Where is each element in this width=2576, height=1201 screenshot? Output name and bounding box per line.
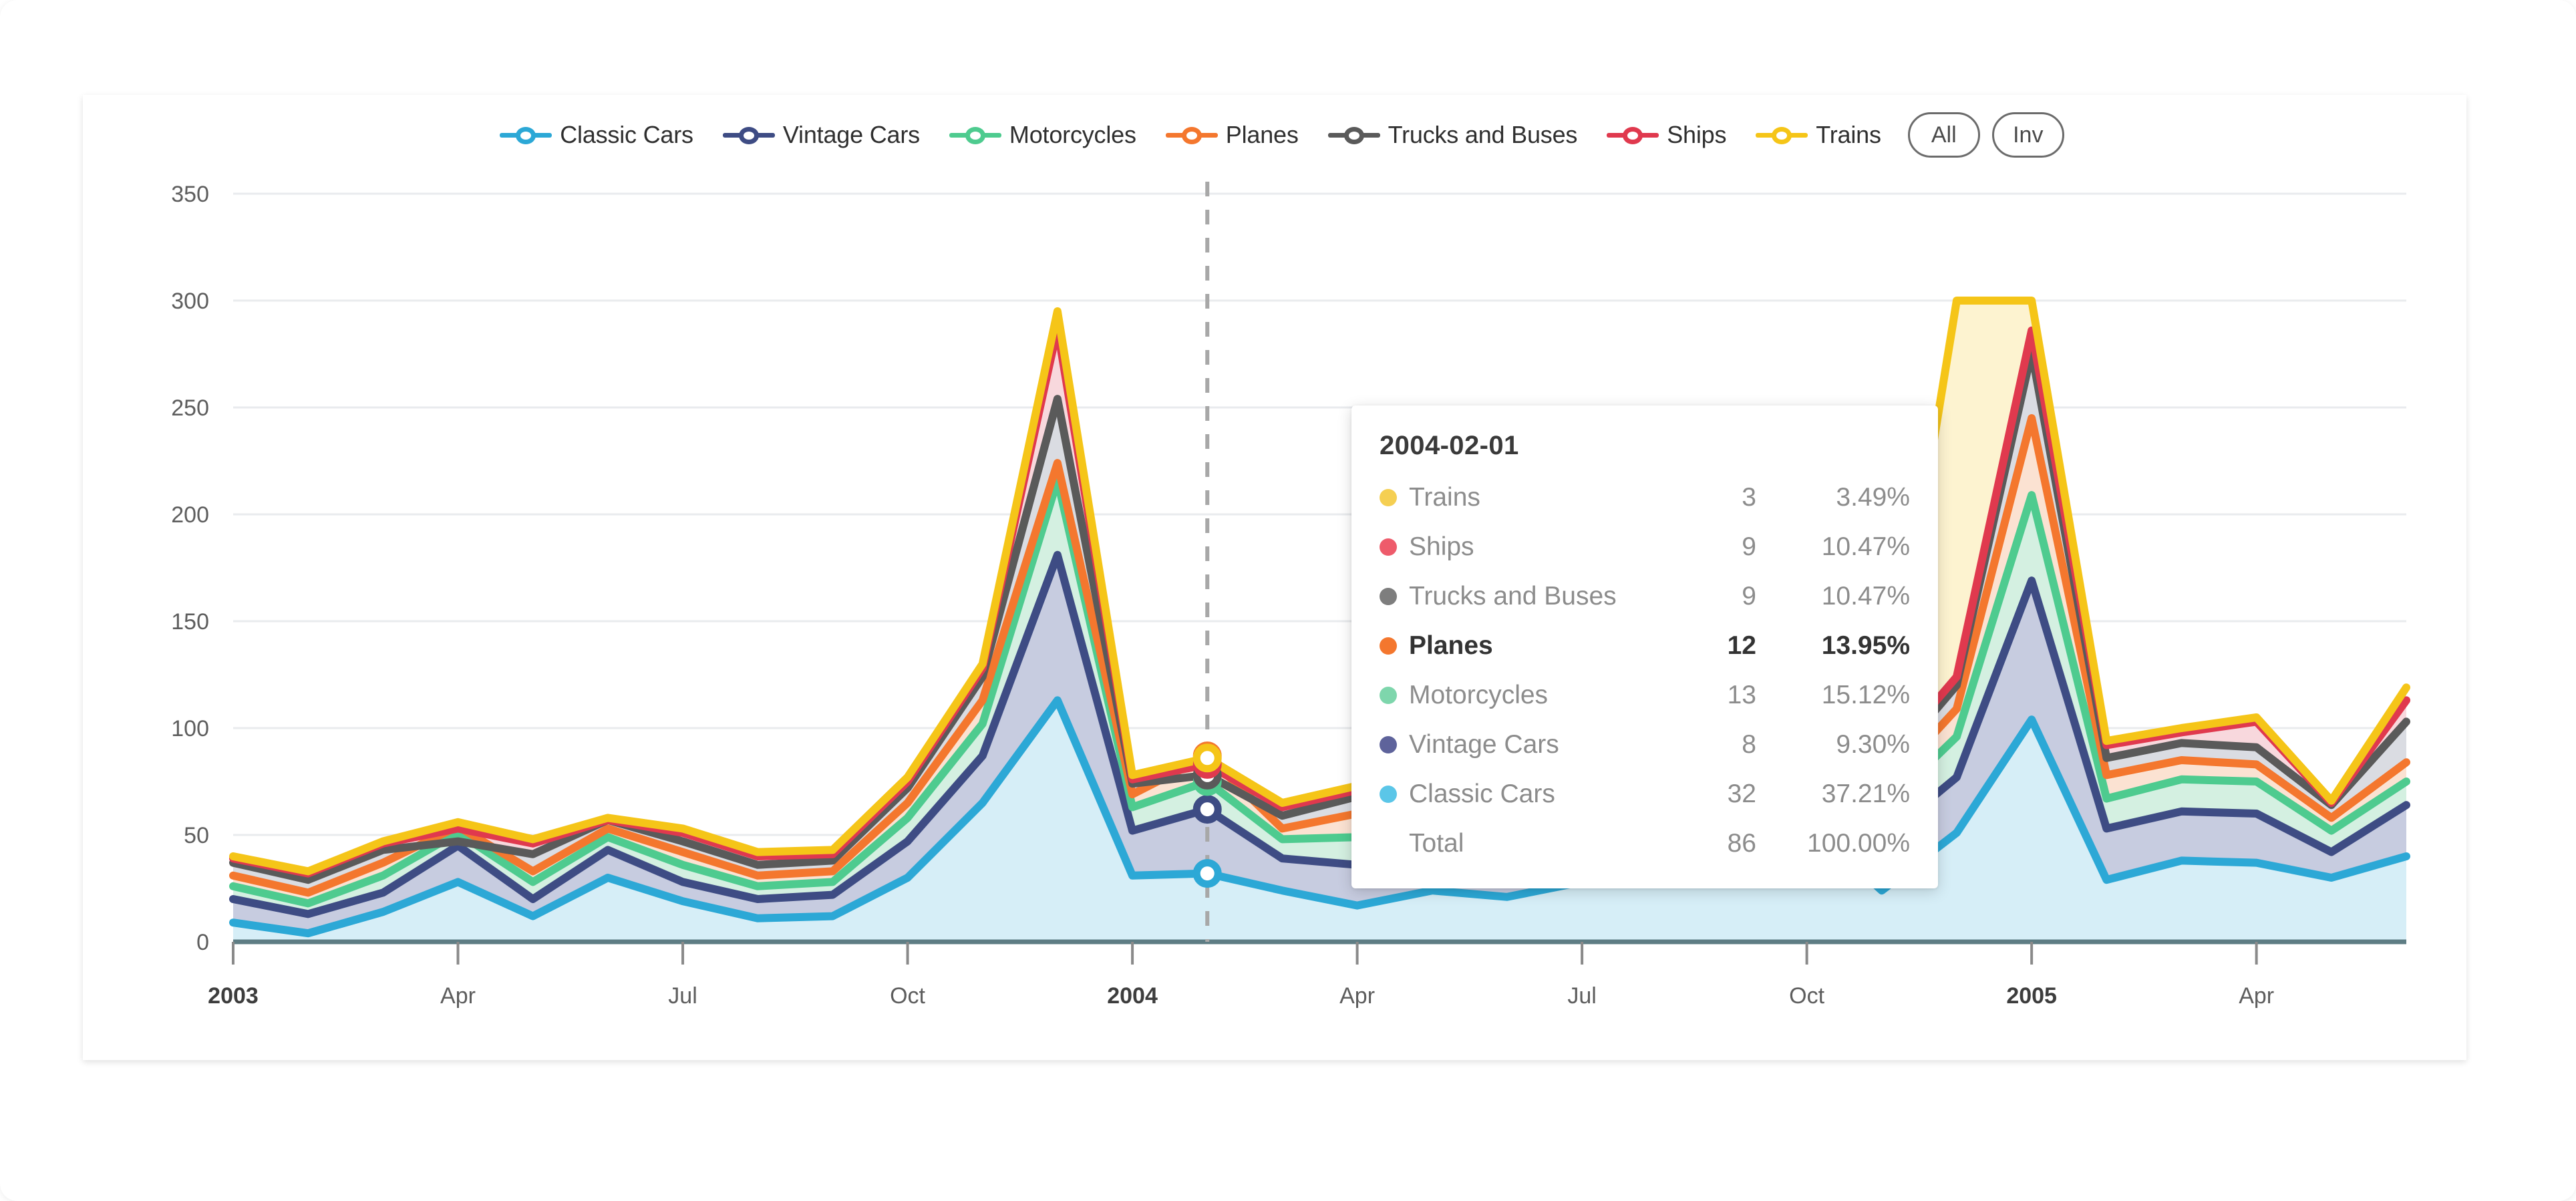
legend-marker-icon: [1607, 122, 1659, 148]
tooltip-series-name: Classic Cars: [1409, 780, 1555, 808]
legend-item-trains[interactable]: Trains: [1756, 121, 1881, 149]
tooltip-series-dot: [1380, 489, 1397, 506]
tooltip-series-value: 32: [1727, 780, 1756, 808]
legend-item-classic_cars[interactable]: Classic Cars: [500, 121, 693, 149]
tooltip-series-value: 12: [1727, 631, 1756, 660]
tooltip-series-dot: [1380, 687, 1397, 704]
legend-item-label: Classic Cars: [560, 121, 693, 148]
legend-item-label: Trains: [1816, 121, 1881, 148]
hover-point-marker: [1192, 859, 1222, 888]
tooltip-series-dot: [1380, 736, 1397, 753]
legend-item-trucks_and_buses[interactable]: Trucks and Buses: [1327, 121, 1578, 149]
legend-item-label: Ships: [1667, 121, 1727, 148]
legend-marker-icon: [722, 122, 775, 148]
y-axis-tick-label: 0: [196, 930, 209, 955]
chart-panel: Classic Cars Vintage Cars Motorcycles Plane…: [83, 95, 2466, 1060]
y-axis-tick-label: 50: [184, 823, 209, 848]
tooltip-total-dot: [1380, 835, 1397, 852]
tooltip-series-value: 13: [1727, 681, 1756, 709]
legend-item-label: Vintage Cars: [782, 121, 920, 148]
x-axis-tick-label: Jul: [668, 983, 697, 1009]
legend-item-planes[interactable]: Planes: [1165, 121, 1299, 149]
plot-area[interactable]: 0 50 100 150 200 250 300 350 2003 Apr Jul Oct 2004 Ap…: [83, 175, 2466, 1060]
chart-legend: Classic Cars Vintage Cars Motorcycles Plane…: [83, 95, 2466, 175]
tooltip-series-value: 9: [1742, 532, 1756, 561]
legend-item-label: Planes: [1225, 121, 1299, 148]
tooltip-row: Trucks and Buses 9 10.47%: [1380, 572, 1910, 621]
tooltip-series-pct: 10.47%: [1821, 582, 1910, 611]
tooltip-row: Trains 3 3.49%: [1380, 473, 1910, 522]
tooltip-series-name: Ships: [1409, 532, 1474, 561]
tooltip-series-name: Planes: [1409, 631, 1493, 660]
tooltip-date: 2004-02-01: [1380, 431, 1519, 460]
legend-marker-icon: [949, 122, 1001, 148]
tooltip-series-pct: 10.47%: [1821, 532, 1910, 561]
legend-marker-icon: [1756, 122, 1808, 148]
x-axis-tick-label: 2003: [208, 983, 259, 1009]
tooltip-series-pct: 15.12%: [1821, 681, 1910, 709]
page-card: Classic Cars Vintage Cars Motorcycles Plane…: [0, 0, 2576, 1201]
tooltip-total-value: 86: [1727, 829, 1756, 858]
legend-marker-icon: [1327, 122, 1380, 148]
tooltip-series-name: Trucks and Buses: [1409, 582, 1617, 611]
tooltip-series-pct: 37.21%: [1821, 780, 1910, 808]
tooltip-series-pct: 9.30%: [1836, 730, 1910, 759]
x-axis-tick-label: 2005: [2006, 983, 2057, 1009]
legend-marker-icon: [1165, 122, 1218, 148]
y-axis-tick-label: 200: [171, 502, 209, 528]
y-axis-tick-label: 300: [171, 289, 209, 314]
y-axis-tick-label: 250: [171, 395, 209, 421]
x-axis-tick-label: 2004: [1107, 983, 1158, 1009]
tooltip-row: Vintage Cars 8 9.30%: [1380, 720, 1910, 769]
x-axis-tick-label: Apr: [440, 983, 476, 1009]
legend-item-ships[interactable]: Ships: [1607, 121, 1726, 149]
x-axis-tick-label: Apr: [2239, 983, 2274, 1009]
y-axis-tick-label: 350: [171, 182, 209, 207]
hover-point-marker: [1192, 743, 1222, 773]
tooltip-row: Classic Cars 32 37.21%: [1380, 769, 1910, 819]
tooltip-series-dot: [1380, 588, 1397, 605]
x-axis-tick-label: Oct: [890, 983, 925, 1009]
tooltip-row: Ships 9 10.47%: [1380, 522, 1910, 572]
tooltip-series-pct: 13.95%: [1821, 631, 1910, 660]
tooltip-series-pct: 3.49%: [1836, 483, 1910, 512]
hover-point-marker: [1192, 795, 1222, 824]
x-axis-tick-label: Jul: [1567, 983, 1596, 1009]
tooltip-series-dot: [1380, 637, 1397, 655]
x-axis-tick-label: Apr: [1339, 983, 1375, 1009]
legend-item-motorcycles[interactable]: Motorcycles: [949, 121, 1136, 149]
tooltip-total-pct: 100.00%: [1807, 829, 1910, 858]
tooltip-series-name: Trains: [1409, 483, 1480, 512]
tooltip-total-label: Total: [1409, 829, 1464, 858]
tooltip-row: Planes 12 13.95%: [1380, 621, 1910, 671]
legend-all-button[interactable]: All: [1907, 112, 1980, 158]
tooltip-series-dot: [1380, 786, 1397, 803]
tooltip-rows: Trains 3 3.49% Ships 9 10.47% Trucks and Buses…: [1380, 473, 1910, 819]
tooltip-total-row: Total 86 100.00%: [1380, 819, 1910, 868]
tooltip-series-value: 9: [1742, 582, 1756, 611]
tooltip-series-value: 8: [1742, 730, 1756, 759]
legend-marker-icon: [500, 122, 552, 148]
x-axis-tick-label: Oct: [1789, 983, 1824, 1009]
hover-tooltip: 2004-02-01 Trains 3 3.49% Ships 9 10.47% Truck…: [1351, 405, 1938, 888]
tooltip-series-name: Vintage Cars: [1409, 730, 1559, 759]
legend-item-label: Motorcycles: [1009, 121, 1136, 148]
tooltip-series-value: 3: [1742, 483, 1756, 512]
tooltip-row: Motorcycles 13 15.12%: [1380, 671, 1910, 720]
legend-invert-button[interactable]: Inv: [1991, 112, 2064, 158]
tooltip-series-dot: [1380, 538, 1397, 556]
tooltip-series-name: Motorcycles: [1409, 681, 1549, 709]
legend-item-label: Trucks and Buses: [1388, 121, 1578, 148]
y-axis-tick-label: 150: [171, 609, 209, 635]
legend-item-vintage_cars[interactable]: Vintage Cars: [722, 121, 920, 149]
y-axis-tick-label: 100: [171, 716, 209, 741]
stacked-area-chart[interactable]: 0 50 100 150 200 250 300 350 2003 Apr Jul Oct 2004 Ap…: [83, 175, 2466, 1060]
